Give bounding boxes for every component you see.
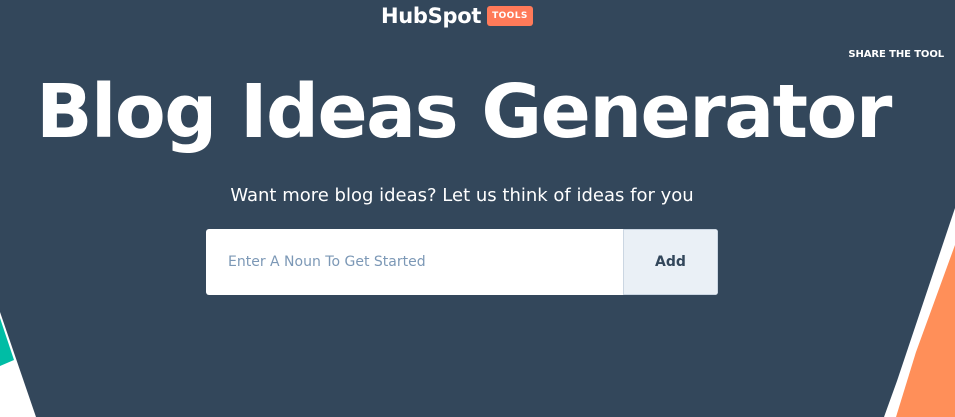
add-button[interactable]: Add: [624, 229, 718, 295]
page-subtitle: Want more blog ideas? Let us think of id…: [230, 185, 694, 206]
hubspot-logo[interactable]: HubSpot TOOLS: [381, 4, 533, 28]
tools-badge: TOOLS: [487, 6, 533, 26]
logo-wordmark: HubSpot: [381, 4, 482, 28]
noun-input[interactable]: [206, 229, 624, 295]
page-title: Blog Ideas Generator: [36, 69, 892, 155]
page: HubSpot TOOLS SHARE THE TOOL Blog Ideas …: [0, 0, 955, 417]
share-tool-link[interactable]: SHARE THE TOOL: [848, 49, 944, 60]
noun-form: Add: [206, 229, 718, 295]
